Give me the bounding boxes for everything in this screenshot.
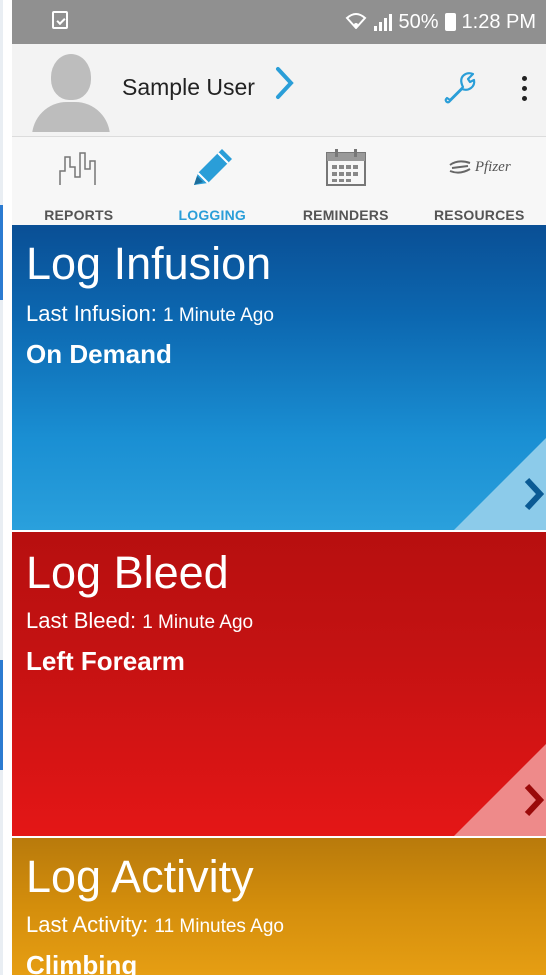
card-last-value: 1 Minute Ago [163,305,274,326]
user-name[interactable]: Sample User [122,74,255,101]
avatar[interactable] [30,50,112,132]
pfizer-logo-text: Pfizer [474,158,511,175]
status-bar: 50% 1:28 PM [12,0,546,44]
wifi-icon [344,11,368,34]
tab-reports[interactable]: REPORTS [12,137,146,225]
profile-header: Sample User [12,44,546,137]
wrench-icon[interactable] [442,70,478,106]
card-title: Log Infusion [26,238,272,289]
app-frame: 50% 1:28 PM Sample User REPORTS LOGGING … [12,0,546,975]
signal-icon [374,13,393,31]
tab-resources[interactable]: Pfizer RESOURCES [413,137,546,225]
chevron-right-icon[interactable] [275,66,295,106]
card-last-line: Last Activity: 11 Minutes Ago [26,912,284,938]
card-title: Log Activity [26,851,254,902]
card-detail: On Demand [26,339,172,369]
log-infusion-card[interactable]: Log Infusion Last Infusion: 1 Minute Ago… [12,225,546,530]
status-time: 1:28 PM [461,10,536,33]
card-detail: Left Forearm [26,646,185,676]
card-title: Log Bleed [26,547,229,598]
calendar-icon [279,145,413,189]
tab-label: LOGGING [178,207,246,223]
card-last-label: Last Bleed: [26,608,137,633]
main-tabs: REPORTS LOGGING REMINDERS Pfizer RESOURC… [12,137,546,225]
log-bleed-card[interactable]: Log Bleed Last Bleed: 1 Minute Ago Left … [12,532,546,836]
chevron-right-icon[interactable] [524,477,545,518]
tab-logging[interactable]: LOGGING [146,137,280,225]
tab-label: REPORTS [44,207,114,223]
card-last-label: Last Activity: [26,912,149,937]
pencil-icon [146,145,280,189]
card-last-line: Last Infusion: 1 Minute Ago [26,301,274,327]
log-activity-card[interactable]: Log Activity Last Activity: 11 Minutes A… [12,838,546,975]
battery-icon [444,13,456,31]
left-edge-strip [0,0,12,975]
battery-percent: 50% [398,10,439,33]
task-check-icon [52,11,68,29]
more-vert-icon[interactable] [514,68,534,108]
card-last-value: 1 Minute Ago [142,612,254,633]
card-last-value: 11 Minutes Ago [154,916,284,937]
card-last-line: Last Bleed: 1 Minute Ago [26,608,253,634]
tab-label: RESOURCES [434,207,525,223]
tab-reminders[interactable]: REMINDERS [279,137,413,225]
card-detail: Climbing [26,950,138,975]
reports-chart-icon [12,145,146,189]
chevron-right-icon[interactable] [524,783,545,824]
tab-label: REMINDERS [302,207,389,223]
pfizer-logo-icon: Pfizer [413,145,546,189]
card-last-label: Last Infusion: [26,301,157,326]
